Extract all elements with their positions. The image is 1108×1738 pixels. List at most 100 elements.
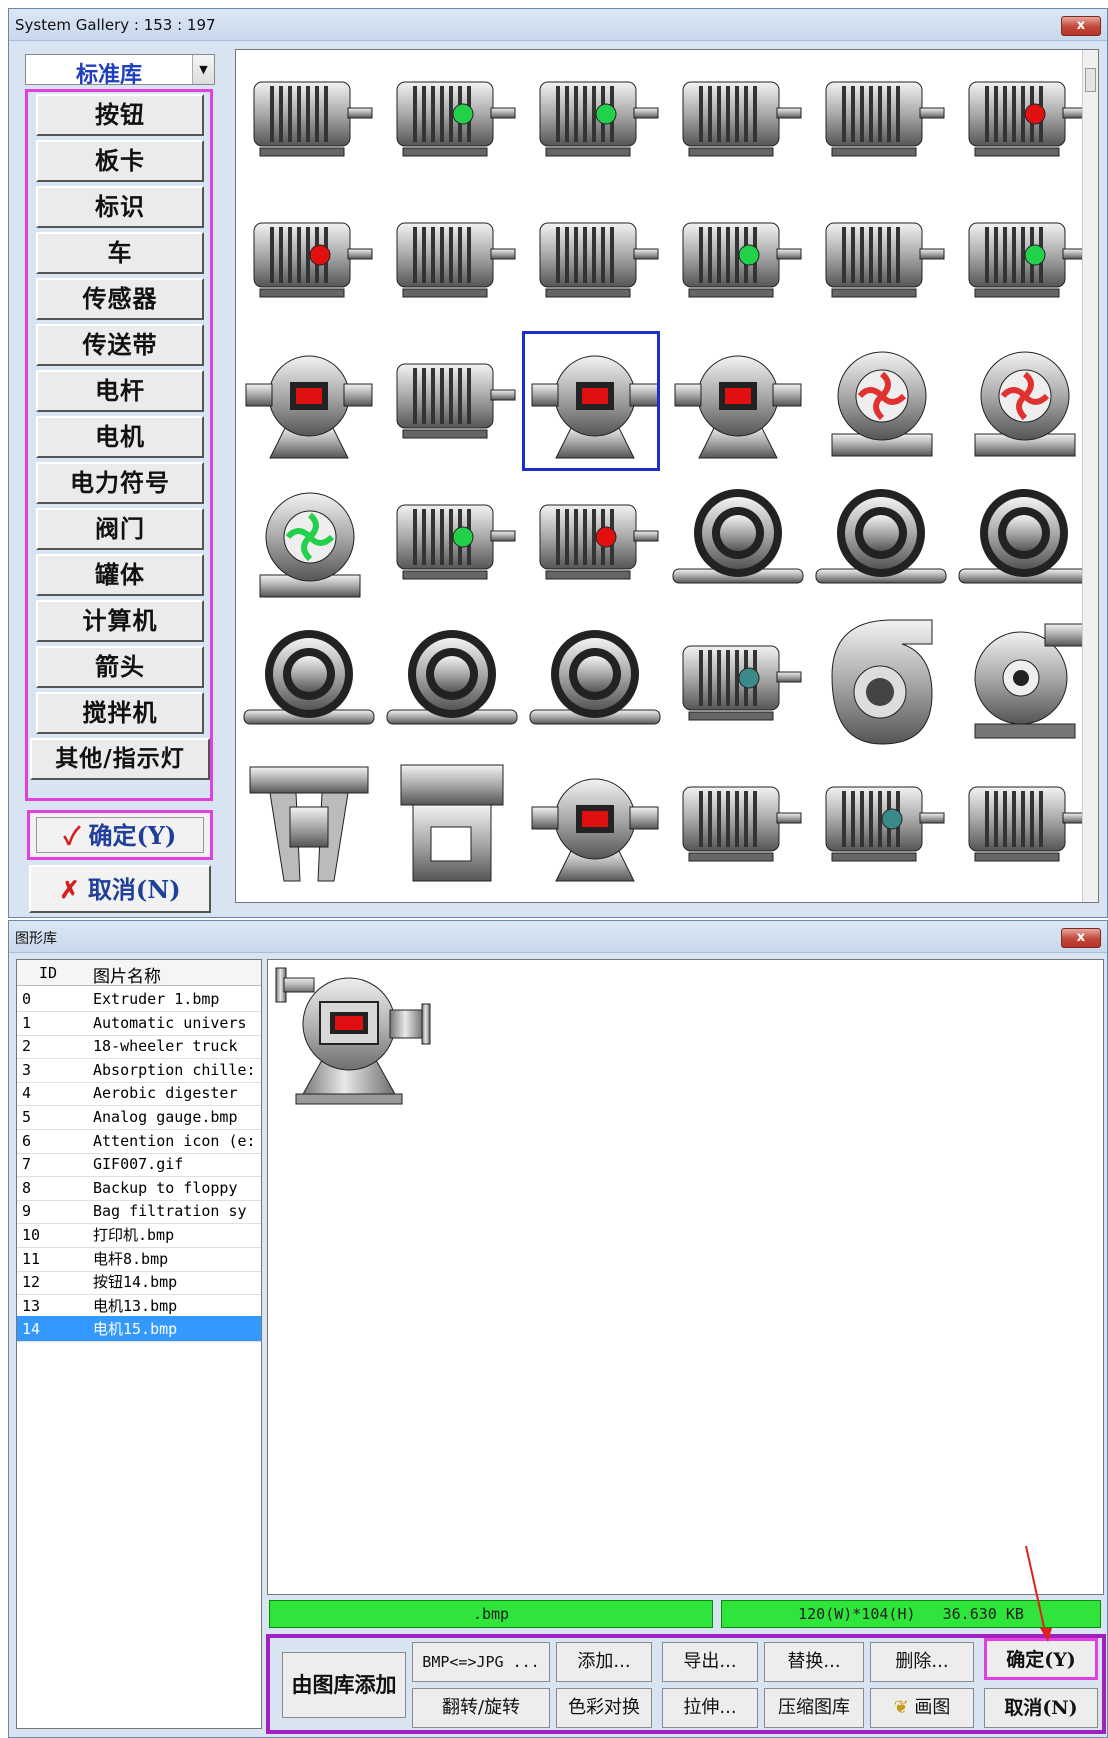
gallery-thumbnail[interactable] — [240, 475, 378, 615]
gallery-thumbnail[interactable] — [955, 757, 1093, 897]
gallery-thumbnail[interactable] — [383, 334, 521, 474]
equipment-icon — [815, 489, 947, 584]
export-button[interactable]: 导出... — [662, 1642, 758, 1682]
library-select[interactable]: 标准库 ▼ — [25, 54, 215, 88]
category-button[interactable]: 电力符号 — [36, 462, 204, 504]
category-button[interactable]: 电机 — [36, 416, 204, 458]
gallery-thumbnail[interactable] — [812, 52, 950, 192]
row-name: Attention icon (e: — [93, 1131, 256, 1150]
list-item[interactable]: 0 Extruder 1.bmp — [17, 986, 261, 1012]
column-header-name[interactable]: 图片名称 — [93, 962, 161, 987]
row-name: Absorption chille: — [93, 1060, 256, 1079]
gallery-thumbnail[interactable] — [383, 52, 521, 192]
category-button[interactable]: 车 — [36, 232, 204, 274]
gallery-thumbnail[interactable] — [240, 616, 378, 756]
gallery-thumbnail[interactable] — [526, 52, 664, 192]
list-item[interactable]: 13 电机13.bmp — [17, 1293, 261, 1319]
image-list: ID 图片名称 0 Extruder 1.bmp 1 Automatic univer… — [16, 959, 262, 1729]
category-button[interactable]: 罐体 — [36, 554, 204, 596]
category-button[interactable]: 电杆 — [36, 370, 204, 412]
close-button[interactable]: x — [1061, 16, 1101, 36]
gallery-thumbnail[interactable] — [955, 475, 1093, 615]
gallery-thumbnail[interactable] — [240, 193, 378, 333]
gallery-titlebar: System Gallery : 153 : 197 x — [9, 9, 1107, 41]
category-button[interactable]: 搅拌机 — [36, 692, 204, 734]
gallery-thumbnail[interactable] — [383, 475, 521, 615]
gallery-thumbnail[interactable] — [955, 616, 1093, 756]
scrollbar-thumb[interactable] — [1085, 68, 1096, 92]
list-item[interactable]: 12 按钮14.bmp — [17, 1269, 261, 1296]
gallery-thumbnail[interactable] — [955, 52, 1093, 192]
equipment-icon — [531, 778, 659, 882]
category-button[interactable]: 板卡 — [36, 140, 204, 182]
add-image-button[interactable]: 添加... — [556, 1642, 652, 1682]
gallery-thumbnail[interactable] — [526, 475, 664, 615]
category-button[interactable]: 按钮 — [36, 94, 204, 136]
list-item[interactable]: 7 GIF007.gif — [17, 1151, 261, 1178]
gallery-thumbnail[interactable] — [240, 757, 378, 897]
ok-button[interactable]: ✓ 确定(Y) — [36, 817, 204, 853]
list-item[interactable]: 1 Automatic univers — [17, 1010, 261, 1036]
draw-button[interactable]: ❦ 画图 — [870, 1688, 974, 1728]
gallery-thumbnail[interactable] — [383, 616, 521, 756]
gallery-thumbnail[interactable] — [240, 52, 378, 192]
category-button[interactable]: 阀门 — [36, 508, 204, 550]
list-item[interactable]: 3 Absorption chille: — [17, 1057, 261, 1083]
flip-rotate-button[interactable]: 翻转/旋转 — [412, 1688, 550, 1728]
cancel-button[interactable]: ✗ 取消(N) — [29, 865, 211, 913]
gallery-thumbnail[interactable] — [669, 757, 807, 897]
row-id: 6 — [22, 1131, 32, 1150]
gallery-thumbnail[interactable] — [669, 52, 807, 192]
gallery-thumbnail[interactable] — [240, 334, 378, 474]
compress-library-button[interactable]: 压缩图库 — [764, 1688, 864, 1728]
gallery-thumbnail[interactable] — [812, 193, 950, 333]
list-item[interactable]: 8 Backup to floppy — [17, 1175, 261, 1201]
gallery-thumbnail[interactable] — [669, 616, 807, 756]
equipment-icon — [831, 619, 933, 745]
gallery-thumbnail[interactable] — [669, 193, 807, 333]
replace-button[interactable]: 替换... — [764, 1642, 864, 1682]
bmp-jpg-convert-button[interactable]: BMP<=>JPG ... — [412, 1642, 550, 1682]
row-name: Extruder 1.bmp — [93, 990, 220, 1008]
list-item[interactable]: 6 Attention icon (e: — [17, 1128, 261, 1154]
stretch-button[interactable]: 拉伸... — [662, 1688, 758, 1728]
list-item[interactable]: 4 Aerobic digester — [17, 1080, 261, 1107]
gallery-thumbnail[interactable] — [955, 334, 1093, 474]
selected-thumbnail-frame — [522, 331, 660, 471]
gallery-thumbnail[interactable] — [812, 757, 950, 897]
gallery-thumbnail[interactable] — [383, 757, 521, 897]
pump-motor-icon — [275, 967, 431, 1105]
category-button[interactable]: 箭头 — [36, 646, 204, 688]
list-item[interactable]: 9 Bag filtration sy — [17, 1198, 261, 1225]
list-item[interactable]: 11 电杆8.bmp — [17, 1246, 261, 1272]
gallery-thumbnail[interactable] — [812, 475, 950, 615]
annotation-arrow-icon — [1025, 1545, 1052, 1642]
column-header-id[interactable]: ID — [39, 964, 57, 982]
gallery-thumbnail[interactable] — [526, 193, 664, 333]
gallery-thumbnail[interactable] — [955, 193, 1093, 333]
gallery-thumbnail[interactable] — [669, 334, 807, 474]
gallery-thumbnail[interactable] — [669, 475, 807, 615]
gallery-thumbnail[interactable] — [526, 616, 664, 756]
gallery-thumbnail[interactable] — [383, 193, 521, 333]
category-button[interactable]: 传送带 — [36, 324, 204, 366]
gallery-thumbnail[interactable] — [526, 757, 664, 897]
list-item[interactable]: 2 18-wheeler truck — [17, 1033, 261, 1060]
category-button[interactable]: 计算机 — [36, 600, 204, 642]
close-button[interactable]: x — [1061, 928, 1101, 948]
delete-button[interactable]: 删除... — [870, 1642, 974, 1682]
category-button[interactable]: 传感器 — [36, 278, 204, 320]
list-item[interactable]: 14 电机15.bmp — [17, 1316, 261, 1343]
add-from-library-button[interactable]: 由图库添加 — [282, 1652, 406, 1718]
list-item[interactable]: 10 打印机.bmp — [17, 1222, 261, 1248]
color-swap-button[interactable]: 色彩对换 — [556, 1688, 652, 1728]
gallery-scrollbar[interactable] — [1082, 50, 1098, 902]
gallery-thumbnail[interactable] — [812, 616, 950, 756]
gallery-thumbnail[interactable] — [812, 334, 950, 474]
category-button[interactable]: 其他/指示灯 — [30, 738, 210, 780]
equipment-icon — [674, 355, 802, 459]
category-button[interactable]: 标识 — [36, 186, 204, 228]
chevron-down-icon[interactable]: ▼ — [192, 55, 214, 84]
list-item[interactable]: 5 Analog gauge.bmp — [17, 1104, 261, 1130]
cancel-button[interactable]: 取消(N) — [984, 1688, 1098, 1728]
